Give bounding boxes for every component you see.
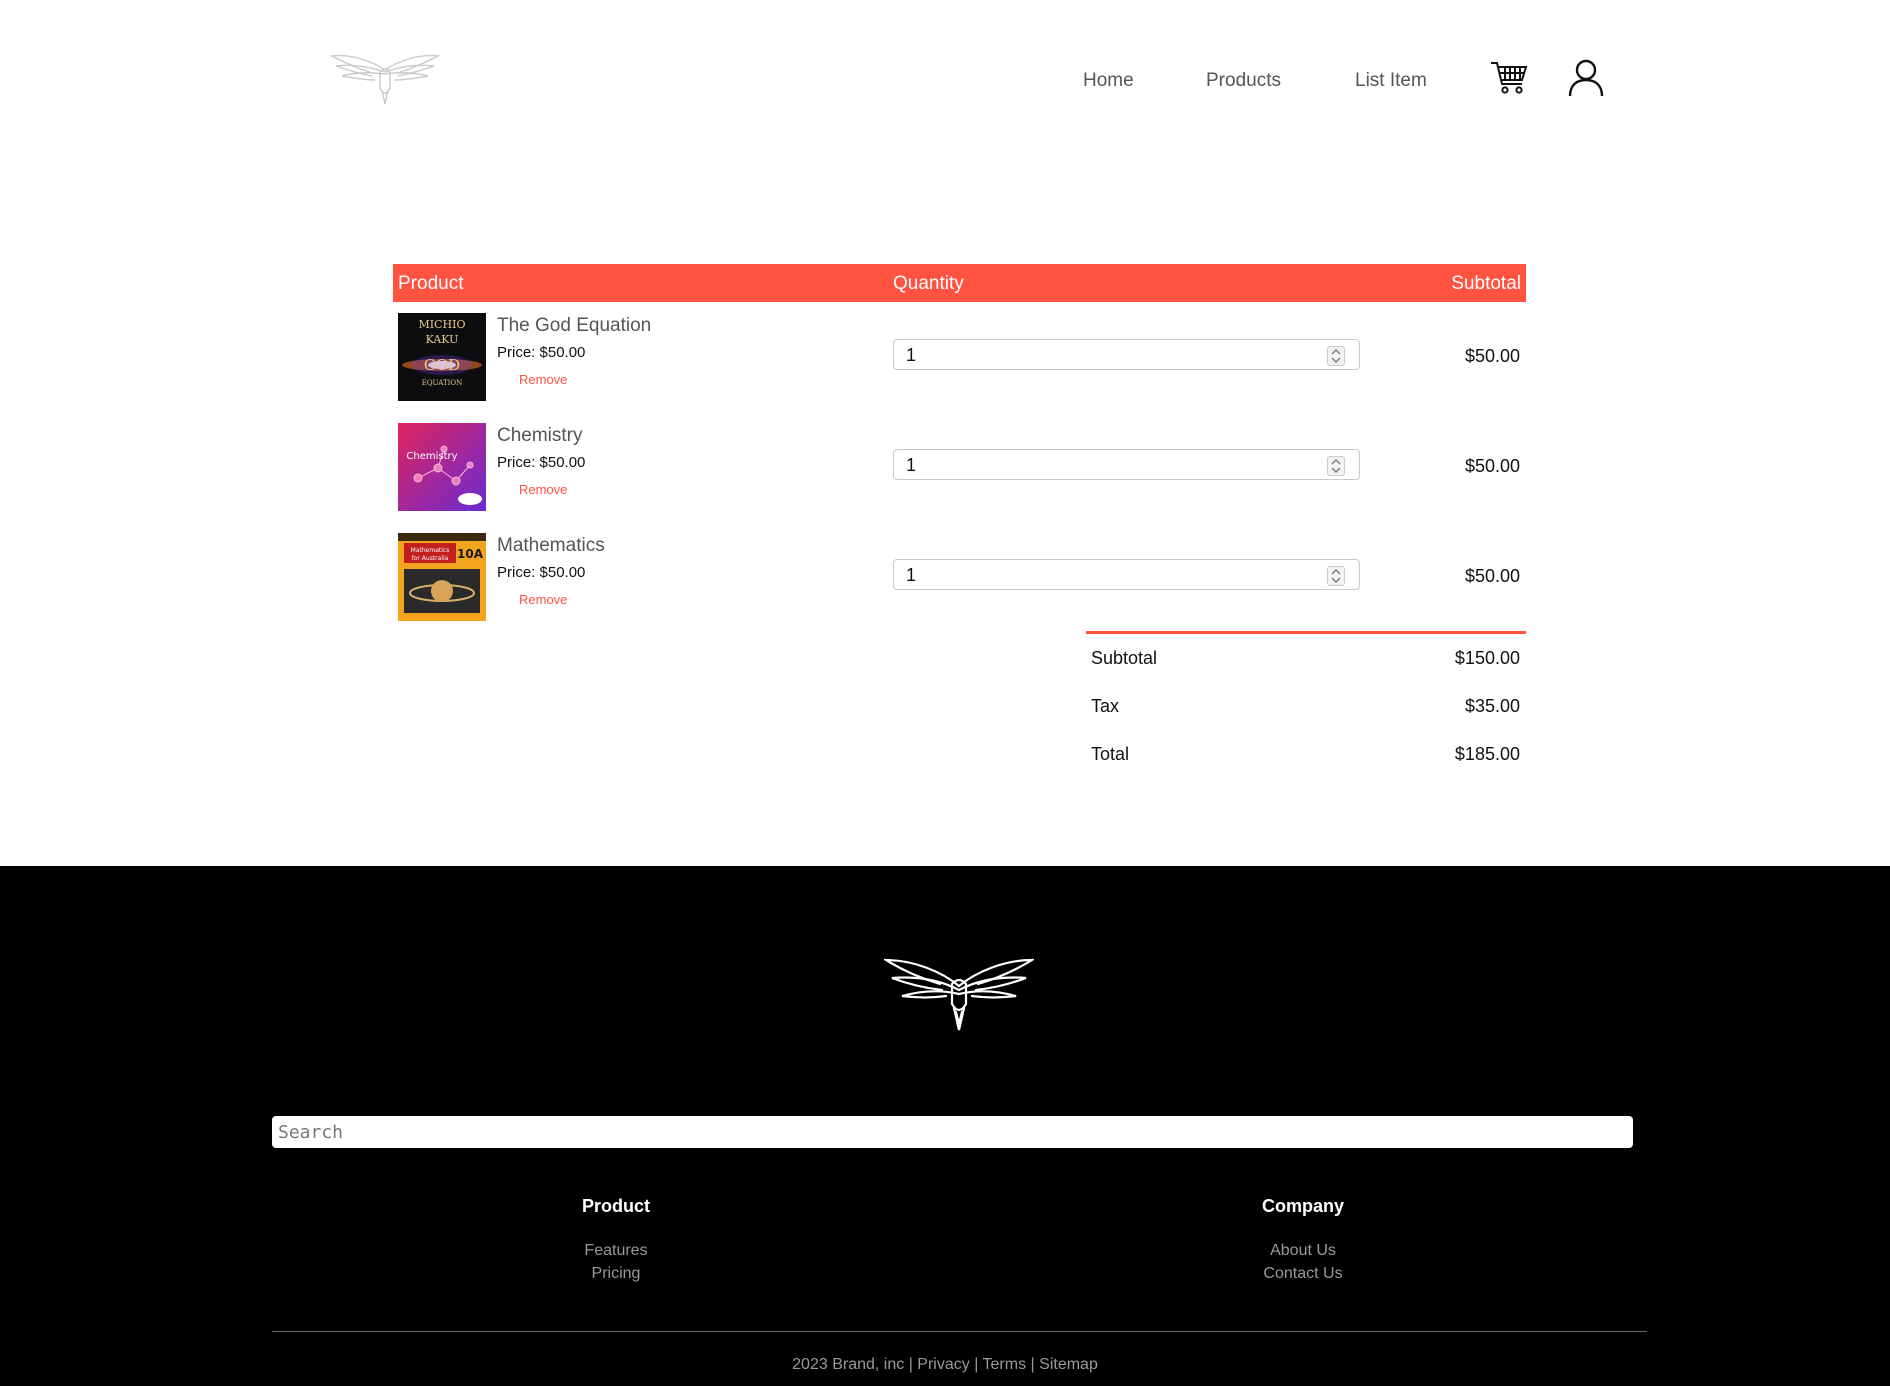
totals-row-tax: Tax $35.00	[1086, 682, 1526, 730]
quantity-value: 1	[906, 455, 917, 475]
cart-item-row: Mathematics for Australia 10A Mathematic…	[393, 533, 1526, 623]
quantity-stepper-icon[interactable]	[1327, 456, 1345, 476]
footer-link-pricing[interactable]: Pricing	[466, 1262, 766, 1285]
footer-link-contact-us[interactable]: Contact Us	[1153, 1262, 1453, 1285]
totals-value: $185.00	[1454, 744, 1520, 764]
site-footer: Product Features Pricing Company About U…	[0, 866, 1890, 1386]
product-price: Price: $50.00	[497, 454, 586, 471]
svg-text:KAKU: KAKU	[426, 333, 459, 346]
totals-value: $150.00	[1454, 648, 1520, 668]
footer-link-sitemap[interactable]: Sitemap	[1039, 1356, 1098, 1373]
product-price: Price: $50.00	[497, 344, 586, 361]
svg-text:GOD: GOD	[424, 356, 460, 374]
shopping-cart-icon[interactable]	[1490, 60, 1528, 96]
totals-label: Subtotal	[1091, 648, 1158, 668]
cart-table-header: Product Quantity Subtotal	[393, 264, 1526, 302]
nav-home-link[interactable]: Home	[1083, 70, 1134, 92]
product-price: Price: $50.00	[497, 564, 586, 581]
book-cover-god-equation[interactable]: MICHIO KAKU GOD EQUATION	[398, 313, 486, 401]
totals-value: $35.00	[1464, 696, 1520, 716]
product-name[interactable]: The God Equation	[497, 315, 651, 337]
quantity-value: 1	[906, 565, 917, 585]
remove-item-link[interactable]: Remove	[519, 592, 567, 607]
footer-search-input[interactable]	[272, 1116, 1633, 1148]
cart-item-row: Chemistry Chemistry Price: $50.00 Remove…	[393, 423, 1526, 513]
book-cover-chemistry[interactable]: Chemistry	[398, 423, 486, 511]
footer-link-about-us[interactable]: About Us	[1153, 1239, 1453, 1262]
separator: |	[908, 1356, 913, 1373]
nav-products-link[interactable]: Products	[1206, 70, 1281, 92]
svg-text:for Australia: for Australia	[412, 555, 449, 562]
footer-column-company: Company About Us Contact Us	[1153, 1196, 1453, 1285]
quantity-input[interactable]: 1	[893, 559, 1360, 590]
quantity-stepper-icon[interactable]	[1327, 346, 1345, 366]
separator: |	[1030, 1356, 1035, 1373]
main-nav: Home Products List Item	[0, 60, 1890, 100]
svg-text:Chemistry: Chemistry	[406, 451, 457, 462]
product-name[interactable]: Chemistry	[497, 425, 583, 447]
footer-divider	[272, 1331, 1647, 1332]
quantity-stepper-icon[interactable]	[1327, 566, 1345, 586]
totals-label: Tax	[1091, 696, 1120, 716]
footer-heading: Product	[581, 1196, 650, 1216]
totals-row-subtotal: Subtotal $150.00	[1086, 634, 1526, 682]
remove-item-link[interactable]: Remove	[519, 482, 567, 497]
svg-text:Mathematics: Mathematics	[411, 547, 450, 554]
row-subtotal: $50.00	[1464, 566, 1520, 586]
row-subtotal: $50.00	[1464, 456, 1520, 476]
footer-link-terms[interactable]: Terms	[983, 1356, 1027, 1373]
cart-item-row: MICHIO KAKU GOD EQUATION The God Equatio…	[393, 313, 1526, 403]
column-header-product: Product	[398, 273, 464, 294]
quantity-value: 1	[906, 345, 917, 365]
column-header-quantity: Quantity	[893, 273, 964, 294]
totals-row-total: Total $185.00	[1086, 730, 1526, 778]
book-cover-mathematics[interactable]: Mathematics for Australia 10A	[398, 533, 486, 621]
svg-text:10A: 10A	[457, 547, 484, 561]
user-account-icon[interactable]	[1567, 58, 1605, 98]
quantity-input[interactable]: 1	[893, 339, 1360, 370]
separator: |	[974, 1356, 979, 1373]
brand-logo-footer[interactable]	[884, 950, 1034, 1032]
product-name[interactable]: Mathematics	[497, 535, 605, 557]
footer-heading: Company	[1261, 1196, 1344, 1216]
remove-item-link[interactable]: Remove	[519, 372, 567, 387]
copyright-text: 2023 Brand, inc	[792, 1356, 905, 1373]
footer-bottom-bar: 2023 Brand, inc | Privacy | Terms | Site…	[0, 1356, 1890, 1374]
footer-link-privacy[interactable]: Privacy	[917, 1356, 969, 1373]
footer-column-product: Product Features Pricing	[466, 1196, 766, 1285]
column-header-subtotal: Subtotal	[1451, 273, 1521, 294]
svg-text:EQUATION: EQUATION	[422, 379, 463, 387]
totals-label: Total	[1091, 744, 1130, 764]
order-totals: Subtotal $150.00 Tax $35.00 Total $185.0…	[1086, 631, 1526, 778]
svg-text:MICHIO: MICHIO	[419, 318, 466, 331]
quantity-input[interactable]: 1	[893, 449, 1360, 480]
row-subtotal: $50.00	[1464, 346, 1520, 366]
footer-link-features[interactable]: Features	[466, 1239, 766, 1262]
nav-list-item-link[interactable]: List Item	[1355, 70, 1427, 92]
